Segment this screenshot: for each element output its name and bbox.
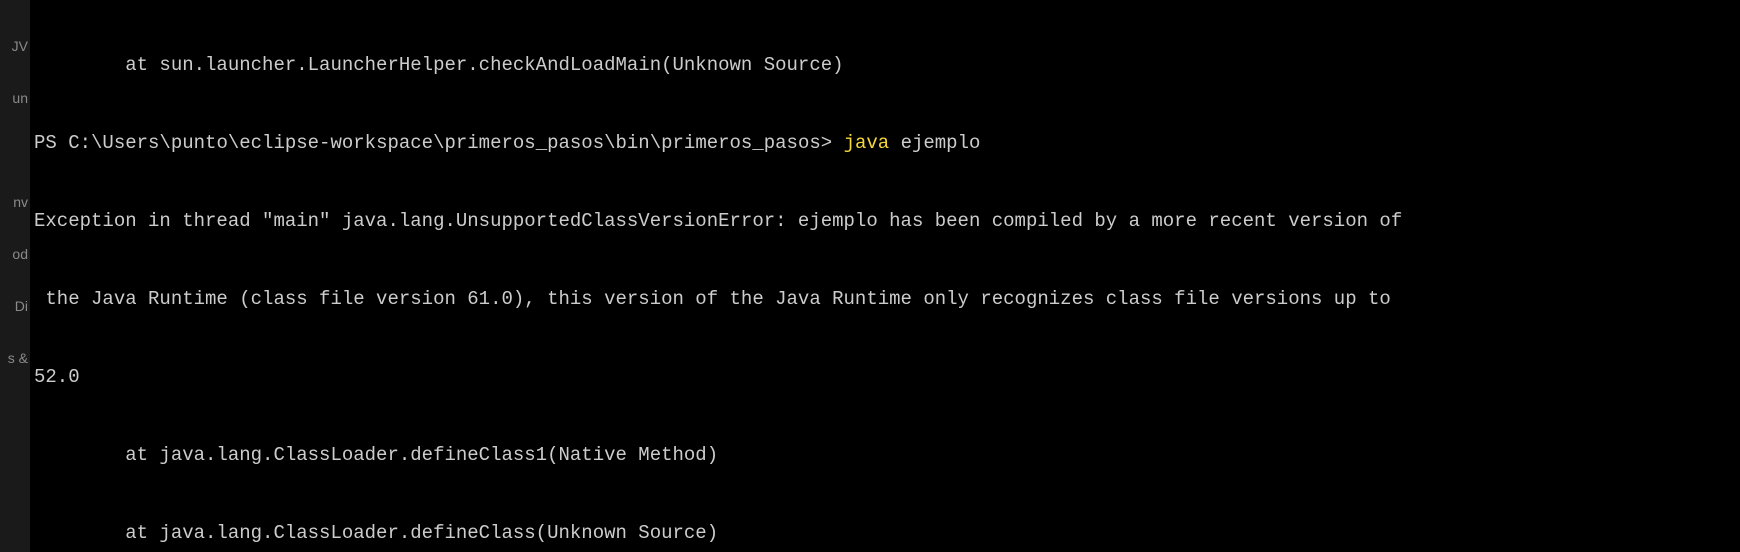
sidebar-item[interactable]: s &: [0, 332, 30, 384]
sidebar-item[interactable]: nv: [0, 176, 30, 228]
command-executable: java: [844, 132, 890, 154]
prompt-path: C:\Users\punto\eclipse-workspace\primero…: [68, 132, 821, 154]
command-argument: ejemplo: [889, 132, 980, 154]
sidebar-item[interactable]: od: [0, 228, 30, 280]
prompt-line: PS C:\Users\punto\eclipse-workspace\prim…: [34, 130, 1736, 156]
sidebar-item[interactable]: JV: [0, 20, 30, 72]
stack-trace-line: at java.lang.ClassLoader.defineClass1(Na…: [34, 442, 1736, 468]
sidebar-item[interactable]: Di: [0, 280, 30, 332]
prompt-prefix: PS: [34, 132, 68, 154]
exception-line: Exception in thread "main" java.lang.Uns…: [34, 208, 1736, 234]
stack-trace-line: at sun.launcher.LauncherHelper.checkAndL…: [34, 52, 1736, 78]
sidebar-item[interactable]: [0, 124, 30, 176]
exception-line: the Java Runtime (class file version 61.…: [34, 286, 1736, 312]
prompt-arrow: >: [821, 132, 844, 154]
sidebar-item[interactable]: un: [0, 72, 30, 124]
exception-line: 52.0: [34, 364, 1736, 390]
activity-bar: JV un nv od Di s &: [0, 0, 30, 552]
terminal-panel[interactable]: at sun.launcher.LauncherHelper.checkAndL…: [30, 0, 1740, 552]
stack-trace-line: at java.lang.ClassLoader.defineClass(Unk…: [34, 520, 1736, 546]
